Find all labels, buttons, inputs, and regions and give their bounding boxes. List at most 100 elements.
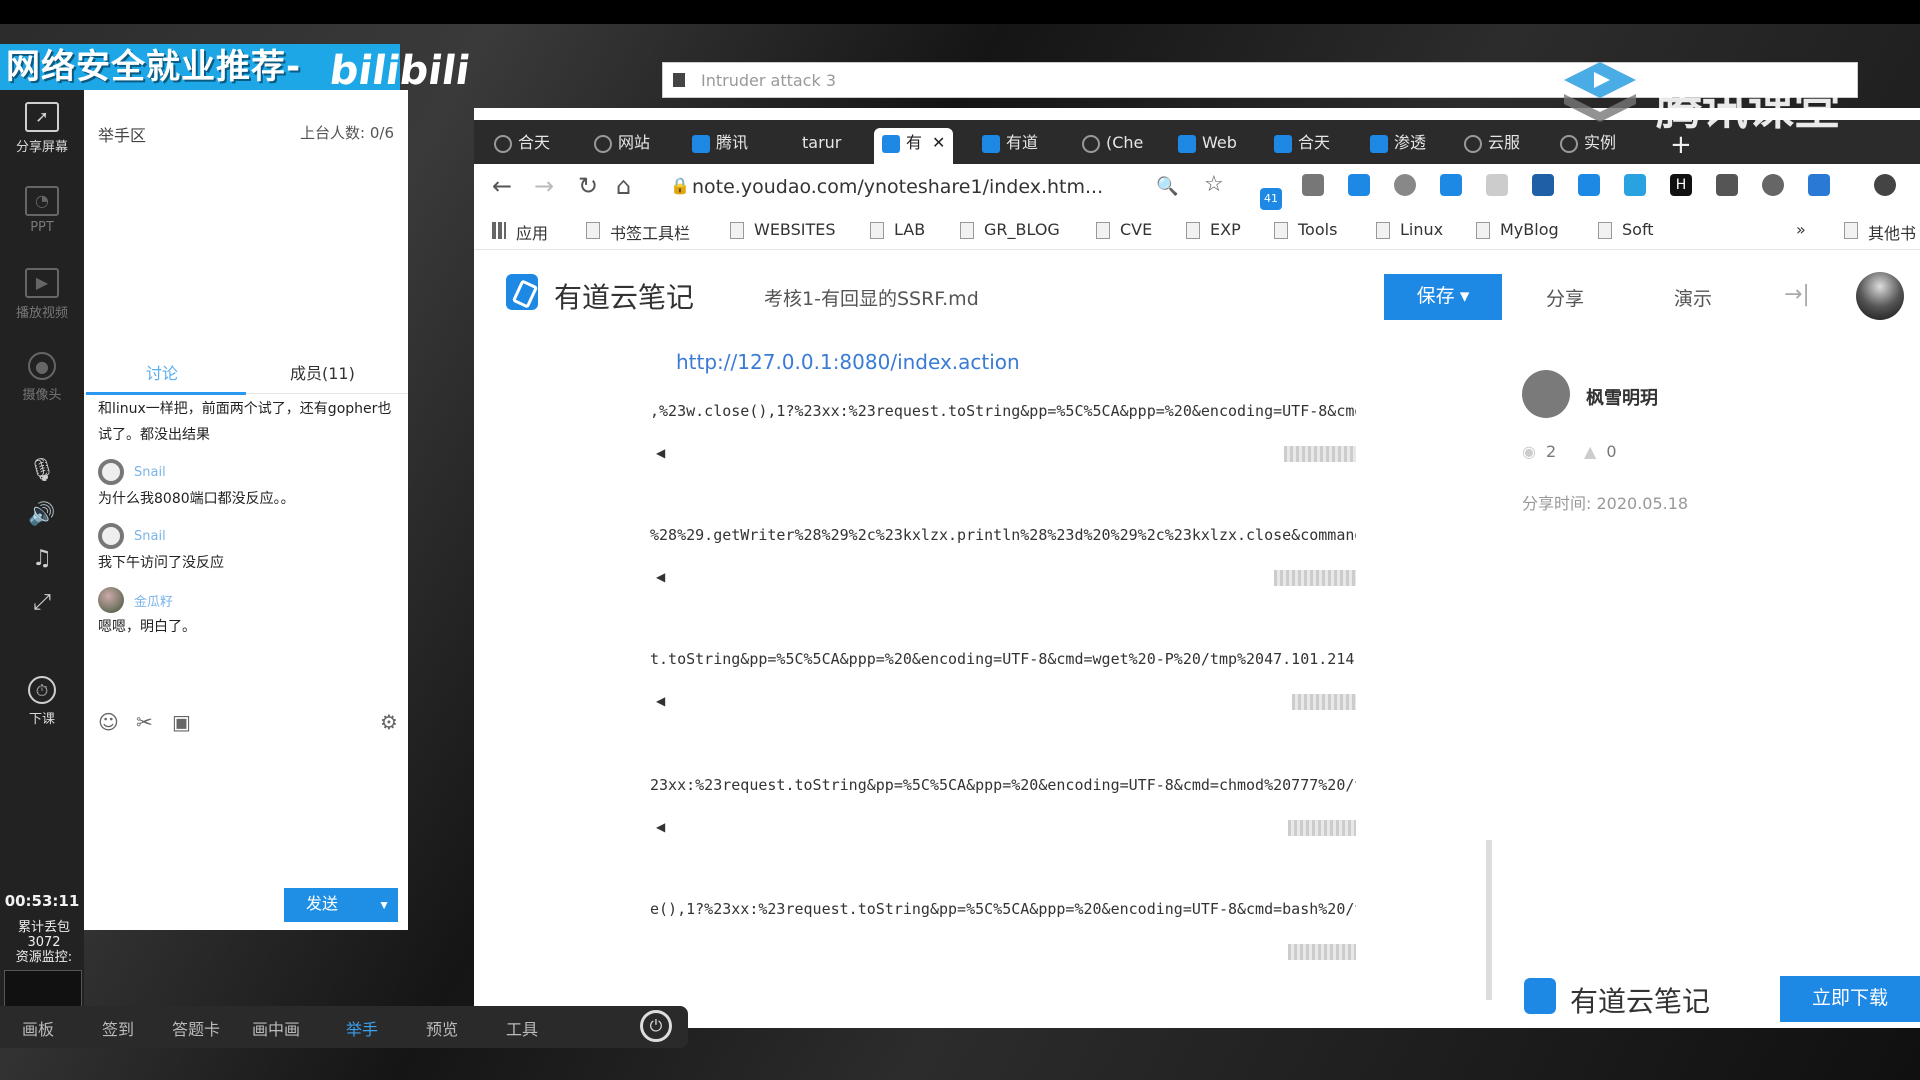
share-screen-icon: ➚ <box>25 102 59 132</box>
code-scrollbar[interactable] <box>1284 446 1356 462</box>
collapse-icon[interactable]: →| <box>1784 282 1810 307</box>
bookmark-folder[interactable]: MyBlog <box>1476 220 1559 239</box>
bookmark-folder[interactable]: CVE <box>1096 220 1152 239</box>
rail-fullscreen[interactable]: ⤢ <box>0 590 84 624</box>
tab-5-active[interactable]: 有 ✕ <box>874 128 954 164</box>
forward-icon[interactable]: → <box>534 172 554 200</box>
close-icon[interactable]: ✕ <box>932 133 945 152</box>
scroll-left-icon[interactable]: ◀ <box>656 570 665 584</box>
tab-7[interactable]: (Che <box>1082 128 1143 164</box>
profile-icon[interactable] <box>1874 174 1896 196</box>
toolbar-checkin[interactable]: 签到 <box>102 1016 134 1040</box>
code-scrollbar[interactable] <box>1274 570 1356 586</box>
send-button[interactable]: 发送 ▼ <box>284 888 398 922</box>
back-icon[interactable]: ← <box>492 172 512 200</box>
extension-icon[interactable] <box>1532 174 1554 196</box>
extension-icon[interactable] <box>1624 174 1646 196</box>
save-button[interactable]: 保存 ▾ <box>1384 274 1502 320</box>
bookmark-folder[interactable]: Linux <box>1376 220 1443 239</box>
tab-12[interactable]: 实例 <box>1560 128 1616 164</box>
home-icon[interactable]: ⌂ <box>616 172 631 200</box>
bookmark-folder[interactable]: EXP <box>1186 220 1241 239</box>
code-scrollbar[interactable] <box>1288 944 1356 960</box>
rail-ppt[interactable]: ◔ PPT <box>0 186 84 235</box>
extension-icon[interactable] <box>1716 174 1738 196</box>
reload-icon[interactable]: ↻ <box>578 172 598 200</box>
bookmark-folder[interactable]: 书签工具栏 <box>586 220 690 244</box>
code-scrollbar[interactable] <box>1288 820 1356 836</box>
extension-icon[interactable] <box>1302 174 1324 196</box>
bookmark-folder[interactable]: Tools <box>1274 220 1337 239</box>
note-link[interactable]: http://127.0.0.1:8080/index.action <box>676 350 1020 374</box>
toolbar-tools[interactable]: 工具 <box>506 1016 538 1040</box>
rail-speaker[interactable]: 🔊 <box>0 502 84 536</box>
scissors-icon[interactable]: ✂ <box>136 710 153 734</box>
avatar[interactable] <box>1856 272 1904 320</box>
extension-icon[interactable] <box>1348 174 1370 196</box>
bookmarks-more-icon[interactable]: » <box>1796 220 1806 239</box>
zoom-icon[interactable]: 🔍 <box>1156 176 1178 197</box>
tab-discuss[interactable]: 讨论 <box>146 360 178 384</box>
tab-9[interactable]: 合天 <box>1274 128 1330 164</box>
tab-4[interactable]: tarur <box>792 128 841 164</box>
scroll-left-icon[interactable]: ◀ <box>656 820 665 834</box>
share-button[interactable]: 分享 <box>1546 284 1584 311</box>
bookmark-folder[interactable]: GR_BLOG <box>960 220 1060 239</box>
bookmark-other[interactable]: 其他书 <box>1844 220 1916 244</box>
star-icon[interactable]: ☆ <box>1204 172 1224 197</box>
tab-1[interactable]: 合天 <box>494 128 550 164</box>
tab-label: 网站 <box>618 133 651 152</box>
rail-mic[interactable]: 🎙 <box>0 458 84 492</box>
scroll-left-icon[interactable]: ◀ <box>656 694 665 708</box>
globe-icon <box>594 135 612 153</box>
extension-icon[interactable] <box>1394 174 1416 196</box>
rail-share-screen[interactable]: ➚ 分享屏幕 <box>0 102 84 155</box>
present-button[interactable]: 演示 <box>1674 284 1712 311</box>
tab-11[interactable]: 云服 <box>1464 128 1520 164</box>
download-button[interactable]: 立即下载 <box>1780 976 1920 1022</box>
power-icon[interactable]: ⏻ <box>640 1010 672 1042</box>
folder-icon <box>1476 222 1490 239</box>
bookmark-folder[interactable]: WEBSITES <box>730 220 836 239</box>
extension-icon[interactable] <box>1762 174 1784 196</box>
user-name[interactable]: 金瓜籽 <box>134 591 173 610</box>
toolbar-whiteboard[interactable]: 画板 <box>22 1016 54 1040</box>
extension-icon[interactable] <box>1578 174 1600 196</box>
extension-icon[interactable]: H <box>1670 174 1692 196</box>
extension-icon[interactable] <box>1808 174 1830 196</box>
toolbar-pip[interactable]: 画中画 <box>252 1016 300 1040</box>
extension-icon[interactable] <box>1440 174 1462 196</box>
tab-members[interactable]: 成员(11) <box>290 360 355 384</box>
tab-3[interactable]: 腾讯 <box>692 128 748 164</box>
bookmark-folder[interactable]: Soft <box>1598 220 1654 239</box>
tab-8[interactable]: Web <box>1178 128 1237 164</box>
bookmark-folder[interactable]: LAB <box>870 220 925 239</box>
toolbar-answer-card[interactable]: 答题卡 <box>172 1016 220 1040</box>
chevron-down-icon[interactable]: ▼ <box>378 888 390 922</box>
image-icon[interactable]: ▣ <box>172 710 191 734</box>
address-bar[interactable]: note.youdao.com/ynoteshare1/index.htm... <box>692 176 1103 198</box>
rail-label: PPT <box>30 220 54 235</box>
bookmark-apps[interactable]: 应用 <box>492 220 548 244</box>
rail-camera[interactable]: ● 摄像头 <box>0 352 84 403</box>
user-name[interactable]: Snail <box>134 465 166 480</box>
code-scrollbar[interactable] <box>1292 694 1356 710</box>
rail-music[interactable]: ♫ <box>0 546 84 580</box>
rail-end-class[interactable]: ⏱ 下课 <box>0 676 84 727</box>
tab-10[interactable]: 渗透 <box>1370 128 1426 164</box>
diamond-icon <box>1274 135 1292 153</box>
scroll-left-icon[interactable]: ◀ <box>656 446 665 460</box>
user-name[interactable]: Snail <box>134 529 166 544</box>
emoji-icon[interactable]: ☺ <box>98 710 119 734</box>
rail-play-video[interactable]: ▶ 播放视频 <box>0 268 84 321</box>
views-value: 2 <box>1545 442 1557 461</box>
tab-2[interactable]: 网站 <box>594 128 650 164</box>
vertical-scrollbar[interactable] <box>1486 840 1492 1000</box>
extension-icon[interactable] <box>1486 174 1508 196</box>
toolbar-preview[interactable]: 预览 <box>426 1016 458 1040</box>
toolbar-raise-hand[interactable]: 举手 <box>346 1016 378 1040</box>
settings-icon[interactable]: ⚙ <box>380 710 398 734</box>
tab-6[interactable]: 有道 <box>982 128 1038 164</box>
extension-badge[interactable]: 41 <box>1260 188 1282 210</box>
chat-tabs: 讨论 成员(11) <box>84 356 408 395</box>
